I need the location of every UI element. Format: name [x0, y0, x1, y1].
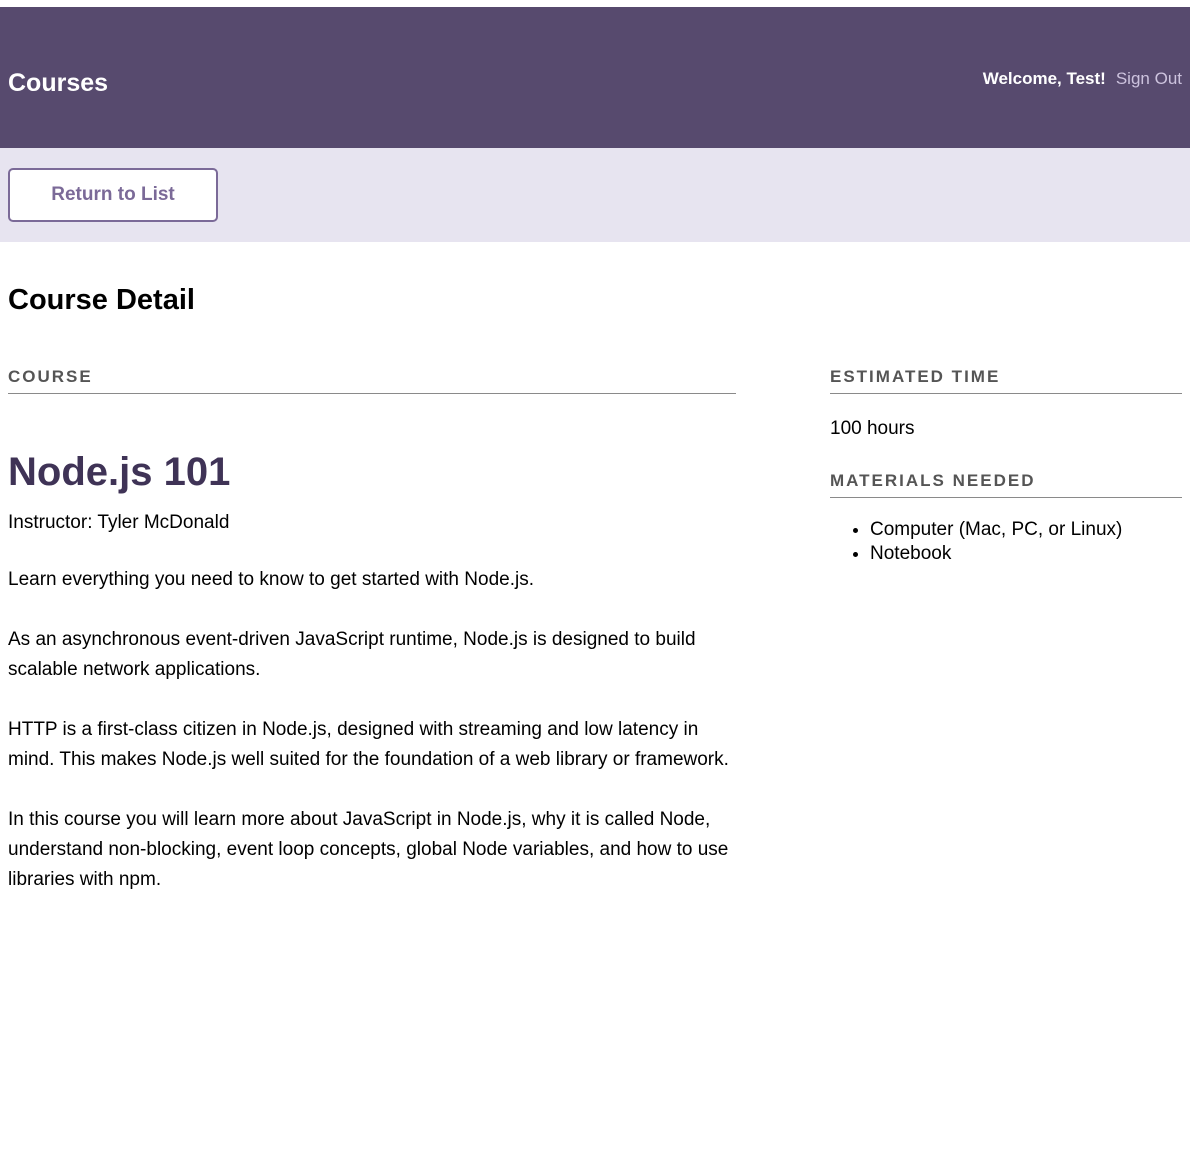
welcome-text: Welcome, Test! [982, 69, 1106, 88]
materials-list: Computer (Mac, PC, or Linux) Notebook [830, 518, 1182, 566]
material-item: Computer (Mac, PC, or Linux) [870, 518, 1182, 542]
description-paragraph: HTTP is a first-class citizen in Node.js… [8, 719, 729, 770]
top-strip [0, 0, 1190, 7]
course-instructor: Instructor: Tyler McDonald [8, 512, 230, 533]
description-paragraph: In this course you will learn more about… [8, 809, 729, 890]
description-paragraph: Learn everything you need to know to get… [8, 569, 534, 590]
course-sidebar: Estimated Time 100 hours Materials Neede… [830, 366, 1182, 566]
sign-out-link[interactable]: Sign Out [1116, 68, 1182, 90]
materials-needed-label: Materials Needed [830, 470, 1182, 498]
actions-bar: Return to List [0, 148, 1190, 242]
estimated-time-value: 100 hours [830, 418, 915, 439]
estimated-time-label: Estimated Time [830, 366, 1182, 394]
site-header: Courses Welcome, Test! Sign Out [0, 7, 1190, 148]
user-nav: Welcome, Test! Sign Out [983, 68, 1182, 90]
description-paragraph: As an asynchronous event-driven JavaScri… [8, 629, 696, 680]
site-logo[interactable]: Courses [8, 68, 108, 98]
return-to-list-button[interactable]: Return to List [8, 168, 218, 222]
course-section-label: Course [8, 366, 736, 394]
course-title: Node.js 101 [8, 450, 231, 494]
course-description: Learn everything you need to know to get… [8, 565, 736, 895]
page-title: Course Detail [8, 284, 195, 316]
course-main: Course Node.js 101 Instructor: Tyler McD… [8, 366, 736, 895]
material-item: Notebook [870, 542, 1182, 566]
